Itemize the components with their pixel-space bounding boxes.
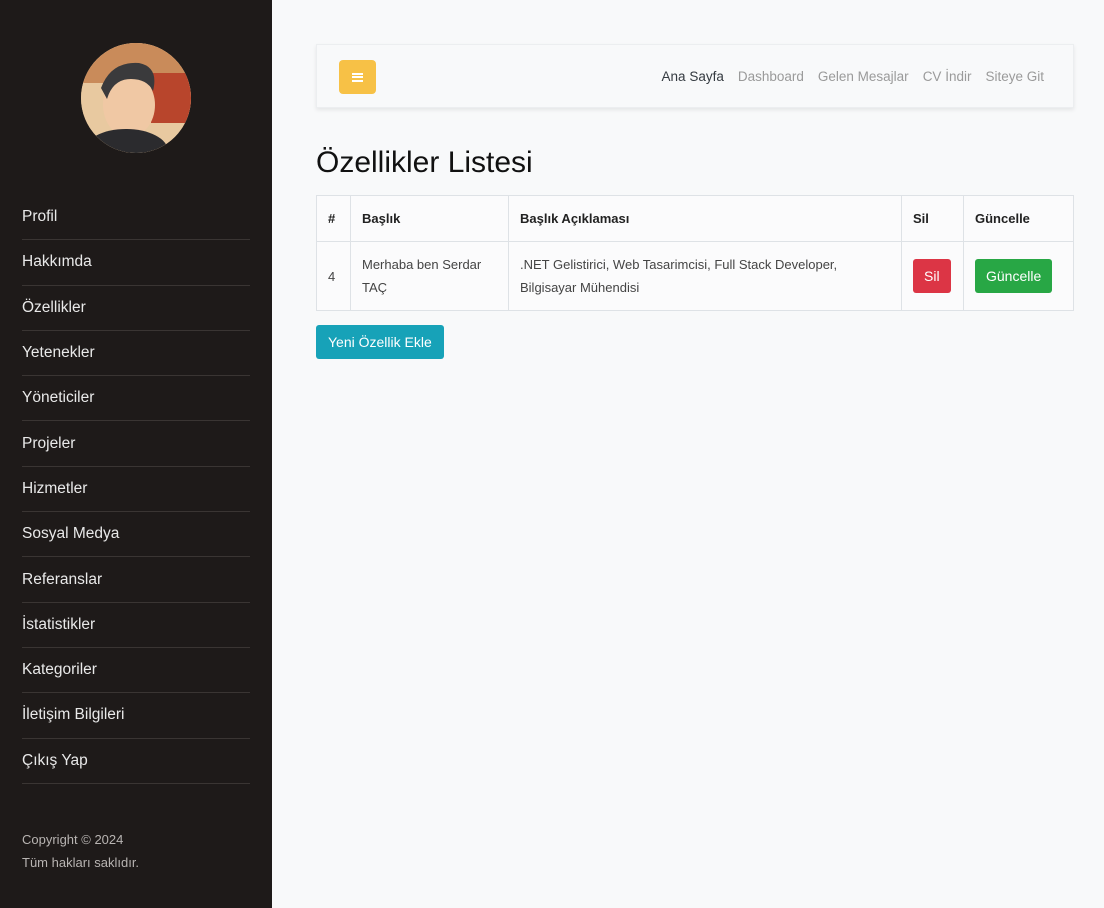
- sidebar-item-yetenekler[interactable]: Yetenekler: [22, 331, 250, 377]
- sidebar-item-istatistikler[interactable]: İstatistikler: [22, 603, 250, 648]
- cell-delete: Sil: [901, 241, 964, 311]
- column-header-update: Güncelle: [963, 195, 1074, 242]
- sidebar-item-hizmetler[interactable]: Hizmetler: [22, 467, 250, 513]
- column-header-id: #: [316, 195, 351, 242]
- update-button[interactable]: Güncelle: [975, 259, 1053, 293]
- sidebar-item-kategoriler[interactable]: Kategoriler: [22, 648, 250, 694]
- nav-link-siteye-git[interactable]: Siteye Git: [985, 69, 1044, 84]
- topbar: Ana Sayfa Dashboard Gelen Mesajlar CV İn…: [316, 44, 1074, 108]
- sidebar: Profil Hakkımda Özellikler Yetenekler Yö…: [0, 0, 272, 908]
- add-feature-button[interactable]: Yeni Özellik Ekle: [316, 325, 444, 359]
- cell-title: Merhaba ben Serdar TAÇ: [350, 241, 509, 311]
- sidebar-item-yoneticiler[interactable]: Yöneticiler: [22, 376, 250, 422]
- sidebar-item-hakkimda[interactable]: Hakkımda: [22, 240, 250, 286]
- avatar: [81, 43, 191, 153]
- hamburger-icon: [352, 72, 363, 82]
- nav-link-gelen-mesajlar[interactable]: Gelen Mesajlar: [818, 69, 909, 84]
- top-nav: Ana Sayfa Dashboard Gelen Mesajlar CV İn…: [662, 45, 1044, 107]
- nav-link-cv-indir[interactable]: CV İndir: [923, 69, 972, 84]
- column-header-description: Başlık Açıklaması: [508, 195, 902, 242]
- features-table: # Başlık Başlık Açıklaması Sil Güncelle …: [316, 195, 1074, 311]
- nav-link-dashboard[interactable]: Dashboard: [738, 69, 804, 84]
- delete-button[interactable]: Sil: [913, 259, 951, 293]
- column-header-title: Başlık: [350, 195, 509, 242]
- copyright: Copyright © 2024 Tüm hakları saklıdır.: [22, 828, 139, 874]
- sidebar-item-iletisim-bilgileri[interactable]: İletişim Bilgileri: [22, 693, 250, 739]
- cell-id: 4: [316, 241, 351, 311]
- sidebar-toggle-button[interactable]: [339, 60, 376, 94]
- page-title: Özellikler Listesi: [316, 146, 533, 179]
- copyright-line: Copyright © 2024: [22, 832, 124, 847]
- cell-description: .NET Gelistirici, Web Tasarimcisi, Full …: [508, 241, 902, 311]
- sidebar-nav: Profil Hakkımda Özellikler Yetenekler Yö…: [22, 195, 250, 784]
- table-row: 4 Merhaba ben Serdar TAÇ .NET Gelistiric…: [316, 241, 1074, 311]
- cell-update: Güncelle: [963, 241, 1074, 311]
- rights-line: Tüm hakları saklıdır.: [22, 855, 140, 870]
- table-header-row: # Başlık Başlık Açıklaması Sil Güncelle: [316, 195, 1074, 242]
- sidebar-item-referanslar[interactable]: Referanslar: [22, 557, 250, 603]
- sidebar-item-sosyal-medya[interactable]: Sosyal Medya: [22, 512, 250, 558]
- sidebar-item-cikis-yap[interactable]: Çıkış Yap: [22, 739, 250, 784]
- sidebar-item-ozellikler[interactable]: Özellikler: [22, 286, 250, 331]
- sidebar-item-profil[interactable]: Profil: [22, 195, 250, 241]
- column-header-delete: Sil: [901, 195, 964, 242]
- profile-photo: [81, 43, 191, 153]
- nav-link-ana-sayfa[interactable]: Ana Sayfa: [662, 69, 724, 84]
- sidebar-item-projeler[interactable]: Projeler: [22, 421, 250, 467]
